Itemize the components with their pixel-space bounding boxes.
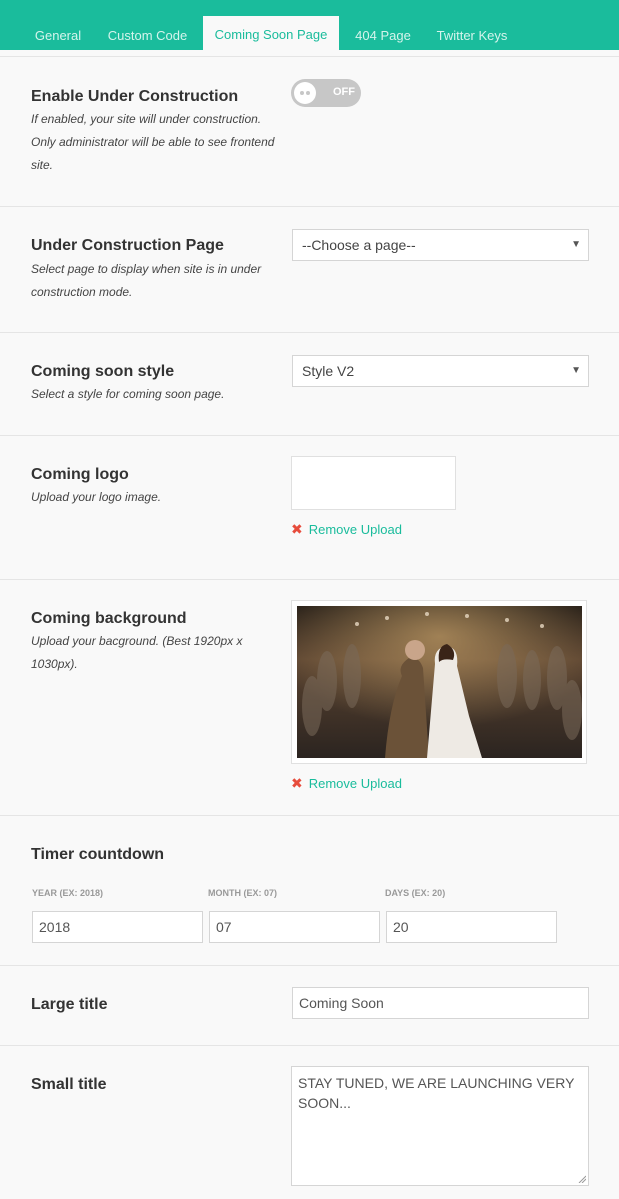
chevron-down-icon: ▼ <box>571 239 581 250</box>
small-title-textarea[interactable]: STAY TUNED, WE ARE LAUNCHING VERY SOON..… <box>291 1066 589 1186</box>
enable-description: If enabled, your site will under constru… <box>31 112 275 172</box>
background-upload-preview[interactable] <box>291 600 587 764</box>
days-input[interactable]: 20 <box>386 911 557 943</box>
tab-404-page[interactable]: 404 Page <box>347 16 419 50</box>
toggle-knob <box>294 82 316 104</box>
month-input[interactable]: 07 <box>209 911 380 943</box>
page-select-value: --Choose a page-- <box>302 237 416 253</box>
logo-remove-label: Remove Upload <box>308 522 402 537</box>
style-label: Coming soon style <box>31 363 175 380</box>
month-label: MONTH (EX: 07) <box>208 888 278 898</box>
page-description: Select page to display when site is in u… <box>31 262 262 299</box>
background-description: Upload your bacground. (Best 1920px x 10… <box>31 634 243 671</box>
logo-remove-upload-link[interactable]: ✖ Remove Upload <box>291 521 402 538</box>
remove-icon: ✖ <box>291 775 303 791</box>
small-title-label: Small title <box>31 1076 107 1093</box>
background-remove-upload-link[interactable]: ✖ Remove Upload <box>291 775 402 792</box>
wedding-photo-icon <box>297 606 582 758</box>
logo-upload-preview[interactable] <box>291 456 456 510</box>
enable-label: Enable Under Construction <box>31 88 239 105</box>
tab-coming-soon-page[interactable]: Coming Soon Page <box>203 16 339 52</box>
large-title-input[interactable]: Coming Soon <box>292 987 589 1019</box>
tab-bar: General Custom Code Coming Soon Page 404… <box>0 0 619 52</box>
style-description: Select a style for coming soon page. <box>31 387 225 401</box>
background-image <box>297 606 582 758</box>
tab-general[interactable]: General <box>22 16 94 50</box>
small-title-value: STAY TUNED, WE ARE LAUNCHING VERY SOON..… <box>298 1075 575 1111</box>
remove-icon: ✖ <box>291 521 303 537</box>
timer-label: Timer countdown <box>31 846 165 863</box>
page-label: Under Construction Page <box>31 237 224 254</box>
logo-label: Coming logo <box>31 466 129 483</box>
large-title-label: Large title <box>31 996 108 1013</box>
page-select[interactable]: --Choose a page-- ▼ <box>292 229 589 261</box>
tab-twitter-keys[interactable]: Twitter Keys <box>427 16 517 50</box>
under-construction-toggle[interactable]: OFF <box>291 79 361 107</box>
style-select[interactable]: Style V2 ▼ <box>292 355 589 387</box>
logo-description: Upload your logo image. <box>31 490 162 504</box>
style-select-value: Style V2 <box>302 363 355 379</box>
tab-custom-code[interactable]: Custom Code <box>100 16 195 50</box>
background-remove-label: Remove Upload <box>308 776 402 791</box>
chevron-down-icon: ▼ <box>571 365 581 376</box>
background-label: Coming background <box>31 610 187 627</box>
toggle-state-label: OFF <box>333 86 355 98</box>
days-label: DAYS (EX: 20) <box>385 888 446 898</box>
year-label: YEAR (EX: 2018) <box>32 888 104 898</box>
year-input[interactable]: 2018 <box>32 911 203 943</box>
resize-grip-icon[interactable] <box>578 1175 586 1183</box>
